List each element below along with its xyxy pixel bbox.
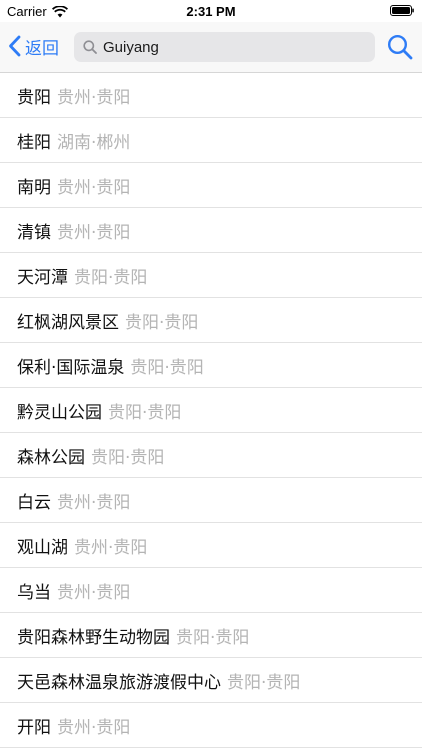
search-field[interactable]: Guiyang xyxy=(74,32,375,62)
result-region: 贵州·贵阳 xyxy=(74,537,148,558)
list-item[interactable]: 乌当 贵州·贵阳 xyxy=(0,568,422,613)
back-label: 返回 xyxy=(25,38,59,59)
list-item[interactable]: 南明 贵州·贵阳 xyxy=(0,163,422,208)
result-region: 贵阳·贵阳 xyxy=(74,267,148,288)
result-name: 天邑森林温泉旅游渡假中心 xyxy=(17,672,221,693)
list-item[interactable]: 天邑森林温泉旅游渡假中心 贵阳·贵阳 xyxy=(0,658,422,703)
result-name: 保利·国际温泉 xyxy=(17,357,125,378)
result-region: 贵阳·贵阳 xyxy=(176,627,250,648)
search-results-list: 贵阳 贵州·贵阳 桂阳 湖南·郴州 南明 贵州·贵阳 清镇 贵州·贵阳 天河潭 … xyxy=(0,73,422,748)
result-name: 观山湖 xyxy=(17,537,68,558)
chevron-left-icon xyxy=(9,35,21,57)
list-item[interactable]: 清镇 贵州·贵阳 xyxy=(0,208,422,253)
result-name: 森林公园 xyxy=(17,447,85,468)
result-name: 清镇 xyxy=(17,222,51,243)
list-item[interactable]: 红枫湖风景区 贵阳·贵阳 xyxy=(0,298,422,343)
battery-icon xyxy=(390,5,414,16)
status-bar: Carrier 2:31 PM xyxy=(0,0,422,22)
result-region: 贵阳·贵阳 xyxy=(108,402,182,423)
result-region: 贵阳·贵阳 xyxy=(91,447,165,468)
result-region: 湖南·郴州 xyxy=(57,132,131,153)
list-item[interactable]: 保利·国际温泉 贵阳·贵阳 xyxy=(0,343,422,388)
search-input-value[interactable]: Guiyang xyxy=(103,39,159,56)
list-item[interactable]: 森林公园 贵阳·贵阳 xyxy=(0,433,422,478)
result-name: 白云 xyxy=(17,492,51,513)
result-name: 贵阳 xyxy=(17,87,51,108)
result-name: 红枫湖风景区 xyxy=(17,312,119,333)
list-item[interactable]: 黔灵山公园 贵阳·贵阳 xyxy=(0,388,422,433)
result-region: 贵阳·贵阳 xyxy=(227,672,301,693)
search-icon xyxy=(83,40,97,54)
result-name: 乌当 xyxy=(17,582,51,603)
list-item[interactable]: 贵阳森林野生动物园 贵阳·贵阳 xyxy=(0,613,422,658)
result-name: 南明 xyxy=(17,177,51,198)
search-icon[interactable] xyxy=(387,34,413,60)
result-name: 天河潭 xyxy=(17,267,68,288)
list-item[interactable]: 开阳 贵州·贵阳 xyxy=(0,703,422,748)
status-time: 2:31 PM xyxy=(186,4,236,19)
result-name: 桂阳 xyxy=(17,132,51,153)
result-region: 贵州·贵阳 xyxy=(57,717,131,738)
nav-bar: 返回 Guiyang xyxy=(0,22,422,73)
result-region: 贵州·贵阳 xyxy=(57,177,131,198)
result-region: 贵阳·贵阳 xyxy=(130,357,204,378)
result-name: 开阳 xyxy=(17,717,51,738)
result-region: 贵州·贵阳 xyxy=(57,492,131,513)
list-item[interactable]: 白云 贵州·贵阳 xyxy=(0,478,422,523)
list-item[interactable]: 桂阳 湖南·郴州 xyxy=(0,118,422,163)
list-item[interactable]: 天河潭 贵阳·贵阳 xyxy=(0,253,422,298)
back-button[interactable]: 返回 xyxy=(8,32,59,60)
list-item[interactable]: 观山湖 贵州·贵阳 xyxy=(0,523,422,568)
list-item[interactable]: 贵阳 贵州·贵阳 xyxy=(0,73,422,118)
result-region: 贵州·贵阳 xyxy=(57,222,131,243)
result-region: 贵州·贵阳 xyxy=(57,582,131,603)
result-region: 贵阳·贵阳 xyxy=(125,312,199,333)
result-name: 贵阳森林野生动物园 xyxy=(17,627,170,648)
result-region: 贵州·贵阳 xyxy=(57,87,131,108)
result-name: 黔灵山公园 xyxy=(17,402,102,423)
